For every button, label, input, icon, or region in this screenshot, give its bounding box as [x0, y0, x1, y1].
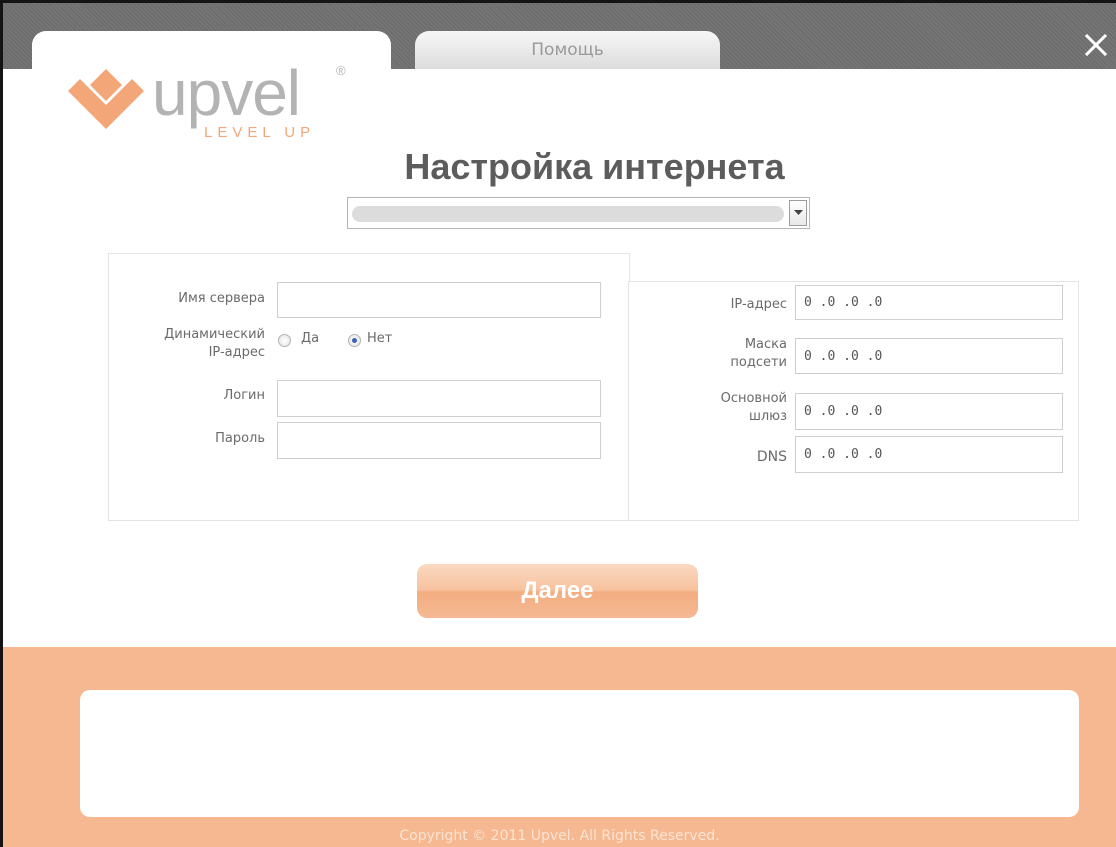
login-label: Логин — [223, 388, 265, 403]
login-input[interactable] — [277, 380, 601, 417]
dynamic-ip-yes-radio[interactable] — [278, 334, 291, 347]
close-button[interactable] — [1082, 31, 1110, 59]
ip-address-label: IP-адрес — [730, 297, 787, 312]
tab-help-label: Помощь — [531, 40, 604, 60]
logo-word: upvel — [152, 57, 301, 129]
select-value — [352, 206, 784, 222]
upvel-logo: upvel ® LEVEL UP — [68, 61, 358, 151]
tab-help[interactable]: Помощь — [415, 31, 720, 69]
gateway-label-line2: шлюз — [748, 409, 787, 424]
page-title: Настройка интернета — [404, 146, 785, 187]
app-window: Помощь upvel ® LEVEL UP Настройка интерн… — [0, 0, 1116, 847]
ip-address-input[interactable]: 0 .0 .0 .0 — [795, 285, 1063, 320]
footer-area: Copyright © 2011 Upvel. All Rights Reser… — [3, 647, 1116, 847]
server-name-label: Имя сервера — [178, 291, 265, 306]
subnet-mask-label-line2: подсети — [730, 355, 787, 370]
dynamic-ip-label-line1: Динамический — [164, 327, 265, 342]
password-label: Пароль — [215, 431, 265, 446]
dns-label: DNS — [756, 449, 787, 465]
upvel-chevron-logo — [68, 69, 144, 129]
dns-input[interactable]: 0 .0 .0 .0 — [795, 436, 1063, 473]
chevron-down-icon — [793, 210, 803, 215]
connection-type-select[interactable] — [347, 197, 810, 229]
select-arrow-button[interactable] — [789, 200, 807, 226]
message-box — [80, 690, 1079, 817]
dynamic-ip-yes-label: Да — [301, 331, 320, 346]
next-button[interactable]: Далее — [417, 564, 698, 618]
next-button-label: Далее — [521, 577, 594, 604]
subnet-mask-label: Маска подсети — [663, 336, 787, 372]
gateway-input[interactable]: 0 .0 .0 .0 — [795, 393, 1063, 430]
close-icon — [1084, 33, 1108, 57]
dynamic-ip-label-line2: IP-адрес — [208, 345, 265, 360]
subnet-mask-label-line1: Маска — [744, 337, 787, 352]
password-input[interactable] — [277, 422, 601, 459]
subnet-mask-input[interactable]: 0 .0 .0 .0 — [795, 338, 1063, 374]
dynamic-ip-label: Динамический IP-адрес — [123, 326, 265, 362]
dynamic-ip-no-label: Нет — [367, 331, 393, 346]
gateway-label: Основной шлюз — [663, 390, 787, 426]
logo-registered-mark: ® — [336, 63, 346, 78]
gateway-label-line1: Основной — [720, 391, 787, 406]
copyright-text: Copyright © 2011 Upvel. All Rights Reser… — [399, 828, 720, 844]
logo-tagline: LEVEL UP — [204, 124, 316, 141]
server-name-input[interactable] — [277, 282, 601, 318]
dynamic-ip-no-radio[interactable] — [348, 334, 361, 347]
